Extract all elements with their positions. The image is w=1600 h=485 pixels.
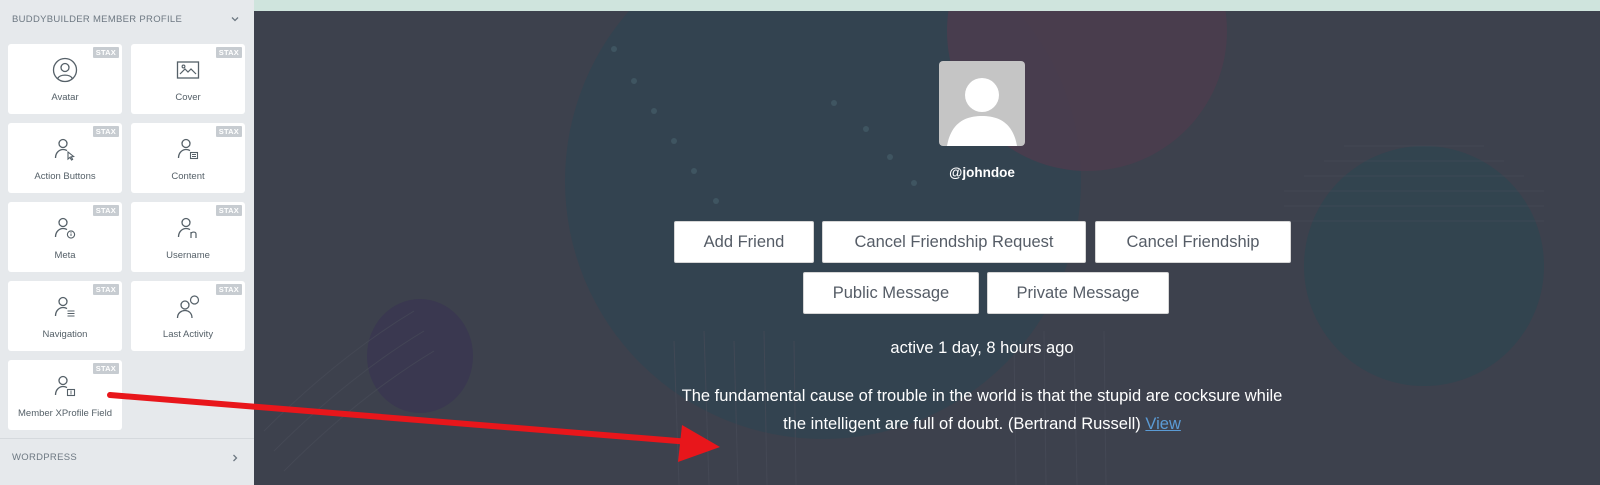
- user-name-icon: [175, 215, 201, 241]
- chevron-down-icon: [228, 12, 242, 26]
- section-title: BUDDYBUILDER MEMBER PROFILE: [12, 13, 183, 25]
- widget-meta[interactable]: STAX Meta: [8, 202, 122, 272]
- widget-cover[interactable]: STAX Cover: [131, 44, 245, 114]
- user-pointer-icon: [52, 136, 78, 162]
- profile-avatar[interactable]: [939, 61, 1025, 146]
- quote-line-1: The fundamental cause of trouble in the …: [681, 387, 1283, 405]
- widget-content[interactable]: STAX Content: [131, 123, 245, 193]
- widget-last-activity[interactable]: STAX Last Activity: [131, 281, 245, 351]
- stax-badge: STAX: [215, 284, 242, 295]
- stax-badge: STAX: [92, 126, 119, 137]
- widget-sidebar: BUDDYBUILDER MEMBER PROFILE STAX Avatar …: [0, 0, 254, 485]
- stax-badge: STAX: [215, 205, 242, 216]
- widget-avatar[interactable]: STAX Avatar: [8, 44, 122, 114]
- widget-label: Cover: [175, 92, 201, 103]
- stax-badge: STAX: [92, 363, 119, 374]
- last-activity-text: active 1 day, 8 hours ago: [890, 339, 1074, 357]
- user-activity-icon: [175, 294, 201, 320]
- user-meta-icon: [52, 215, 78, 241]
- private-message-button[interactable]: Private Message: [987, 272, 1169, 314]
- profile-quote: The fundamental cause of trouble in the …: [632, 382, 1332, 438]
- widget-label: Meta: [54, 250, 76, 261]
- cancel-friendship-request-button[interactable]: Cancel Friendship Request: [822, 221, 1086, 263]
- user-field-icon: [52, 373, 78, 399]
- cover-image-icon: [175, 57, 201, 83]
- widget-member-xprofile-field[interactable]: STAX Member XProfile Field: [8, 360, 122, 430]
- member-profile: @johndoe Add Friend Cancel Friendship Re…: [254, 0, 1600, 485]
- profile-preview-canvas: @johndoe Add Friend Cancel Friendship Re…: [254, 0, 1600, 485]
- public-message-button[interactable]: Public Message: [803, 272, 979, 314]
- view-link[interactable]: View: [1145, 415, 1180, 433]
- stax-badge: STAX: [215, 126, 242, 137]
- user-navigation-icon: [52, 294, 78, 320]
- stax-badge: STAX: [92, 284, 119, 295]
- widget-label: Username: [166, 250, 210, 261]
- widget-label: Avatar: [51, 92, 79, 103]
- user-content-icon: [175, 136, 201, 162]
- widget-username[interactable]: STAX Username: [131, 202, 245, 272]
- default-avatar-icon: [947, 78, 1017, 146]
- avatar-icon: [52, 57, 78, 83]
- section-header-wordpress[interactable]: WORDPRESS: [0, 438, 254, 476]
- chevron-right-icon: [228, 451, 242, 465]
- section-header-member-profile[interactable]: BUDDYBUILDER MEMBER PROFILE: [0, 0, 254, 38]
- widget-label: Last Activity: [162, 329, 214, 340]
- profile-username: @johndoe: [949, 165, 1015, 180]
- widget-label: Member XProfile Field: [18, 408, 112, 419]
- stax-badge: STAX: [92, 205, 119, 216]
- widget-action-buttons[interactable]: STAX Action Buttons: [8, 123, 122, 193]
- stax-badge: STAX: [215, 47, 242, 58]
- cancel-friendship-button[interactable]: Cancel Friendship: [1095, 221, 1291, 263]
- widget-label: Navigation: [42, 329, 88, 340]
- add-friend-button[interactable]: Add Friend: [674, 221, 814, 263]
- section-title: WORDPRESS: [12, 452, 77, 463]
- widget-label: Action Buttons: [34, 171, 96, 182]
- stax-badge: STAX: [92, 47, 119, 58]
- widget-grid: STAX Avatar STAX Cover STAX Action Butto…: [8, 44, 248, 430]
- quote-line-2: the intelligent are full of doubt. (Bert…: [783, 415, 1141, 433]
- widget-navigation[interactable]: STAX Navigation: [8, 281, 122, 351]
- widget-label: Content: [171, 171, 205, 182]
